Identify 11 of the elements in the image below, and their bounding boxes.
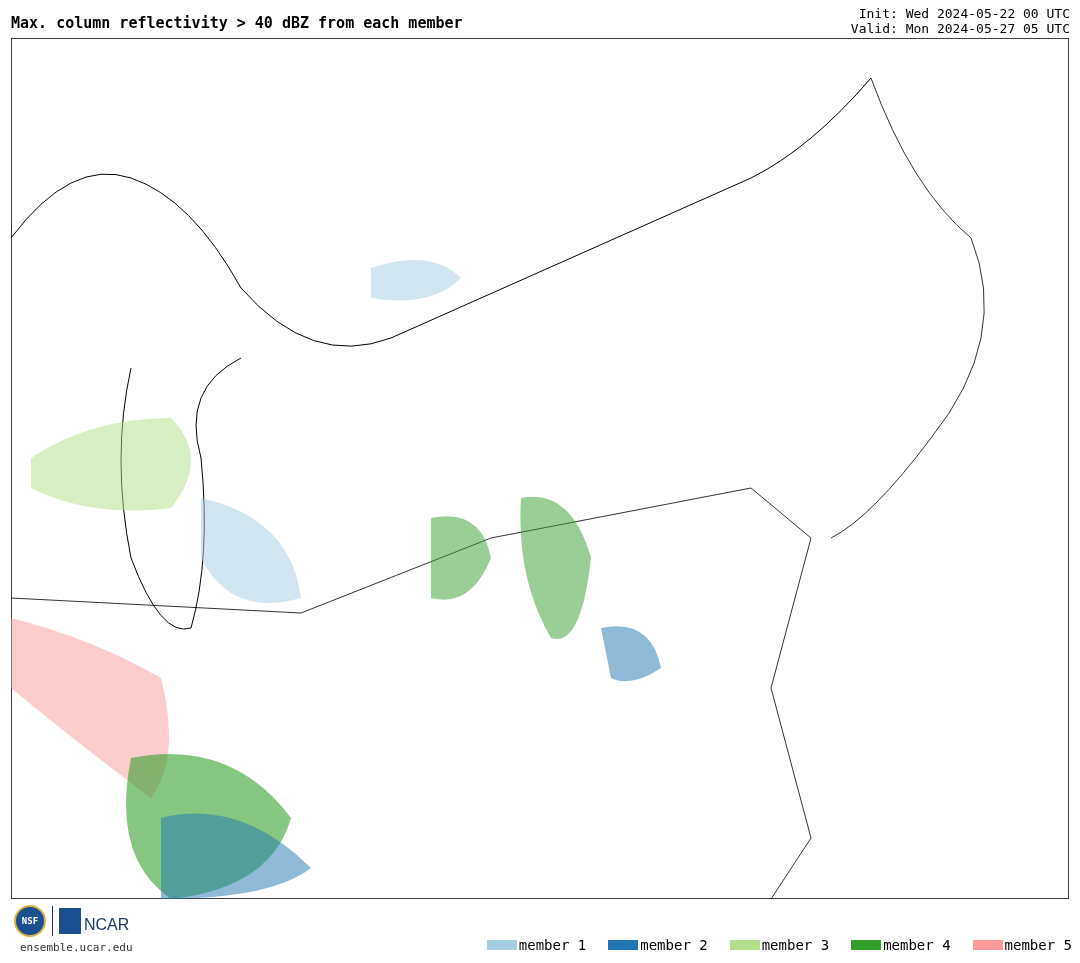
chart-title: Max. column reflectivity > 40 dBZ from each member — [11, 14, 463, 34]
site-url: ensemble.ucar.edu — [19, 941, 133, 954]
legend-label: member 4 — [883, 937, 951, 953]
valid-time: Valid: Mon 2024-05-27 05 UTC — [850, 21, 1070, 36]
nsf-logo: NSF — [14, 905, 46, 937]
legend-label: member 1 — [518, 937, 587, 953]
legend-label: member 3 — [761, 937, 830, 953]
init-time: Init: Wed 2024-05-22 00 UTC — [858, 6, 1070, 21]
legend-label: member 5 — [1004, 937, 1072, 953]
ncar-logo: NCAR — [59, 908, 130, 934]
legend-label: member 2 — [640, 937, 708, 953]
